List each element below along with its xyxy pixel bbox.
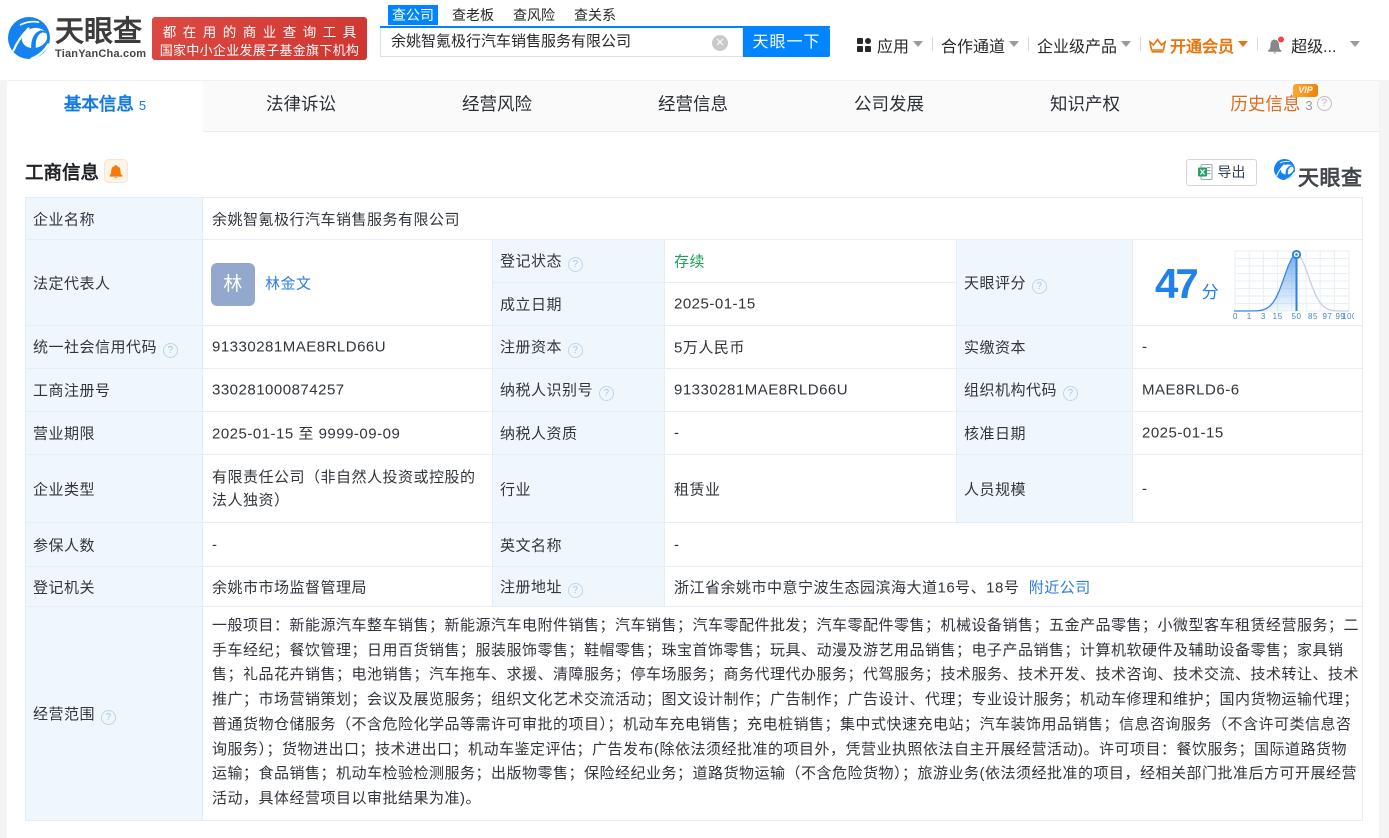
svg-text:85: 85 (1308, 312, 1318, 321)
svg-text:97: 97 (1322, 312, 1332, 321)
svg-text:100: 100 (1342, 312, 1354, 321)
svg-text:15: 15 (1273, 312, 1283, 321)
svg-text:1: 1 (1247, 312, 1252, 321)
svg-text:3: 3 (1261, 312, 1266, 321)
svg-text:0: 0 (1233, 312, 1238, 321)
svg-text:50: 50 (1292, 312, 1302, 321)
